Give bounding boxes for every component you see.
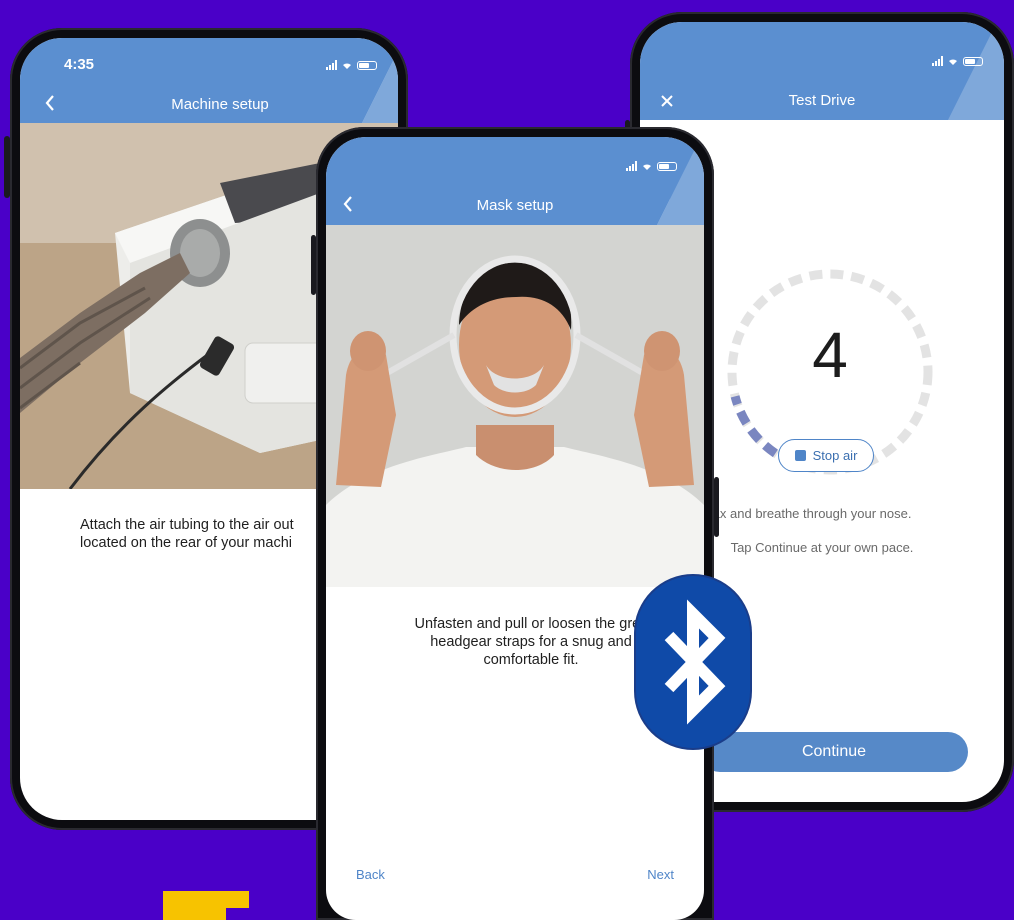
machine-setup-title: Machine setup <box>171 96 269 113</box>
continue-label: Continue <box>801 743 867 760</box>
phone-side-button <box>714 477 719 537</box>
countdown-number: 4 <box>812 319 848 391</box>
phone-side-button <box>4 136 10 198</box>
app-bar-sheen <box>336 38 398 123</box>
status-icons <box>626 161 677 171</box>
signal-icon <box>626 161 637 171</box>
test-drive-app-bar: Test Drive <box>640 22 1004 120</box>
person-mask-illustration <box>326 225 704 587</box>
yellow-decor-notch <box>226 908 249 920</box>
machine-setup-app-bar: 4:35 Machine setup <box>20 38 398 123</box>
mask-setup-app-bar: Mask setup <box>326 137 704 225</box>
mask-setup-title: Mask setup <box>476 197 554 214</box>
battery-icon <box>357 60 377 70</box>
person-wearing-mask-photo <box>326 225 704 587</box>
bluetooth-badge <box>636 576 750 748</box>
status-icons <box>932 56 983 66</box>
signal-icon <box>326 60 337 70</box>
phone-mask-setup: Mask setup Unfasten and pull or loosen t… <box>311 127 719 920</box>
bluetooth-icon <box>664 599 726 725</box>
stop-air-label: Stop air <box>812 448 858 463</box>
phone-side-button <box>311 235 316 295</box>
stop-air-button[interactable]: Stop air <box>778 439 874 472</box>
status-time: 4:35 <box>64 56 95 73</box>
battery-icon <box>657 161 677 171</box>
test-drive-title: Test Drive <box>788 92 856 109</box>
marketing-composition: 4:35 Machine setup Attach the air tubing… <box>0 0 1014 920</box>
status-icons <box>326 60 377 70</box>
back-link[interactable]: Back <box>356 867 385 882</box>
back-chevron-icon[interactable] <box>44 94 56 112</box>
battery-icon <box>963 56 983 66</box>
next-link[interactable]: Next <box>647 867 674 882</box>
signal-icon <box>932 56 943 66</box>
mask-setup-screen: Mask setup Unfasten and pull or loosen t… <box>326 137 704 920</box>
wifi-icon <box>949 59 957 65</box>
stop-square-icon <box>794 450 806 461</box>
wifi-icon <box>643 164 651 170</box>
wifi-icon <box>343 63 351 69</box>
